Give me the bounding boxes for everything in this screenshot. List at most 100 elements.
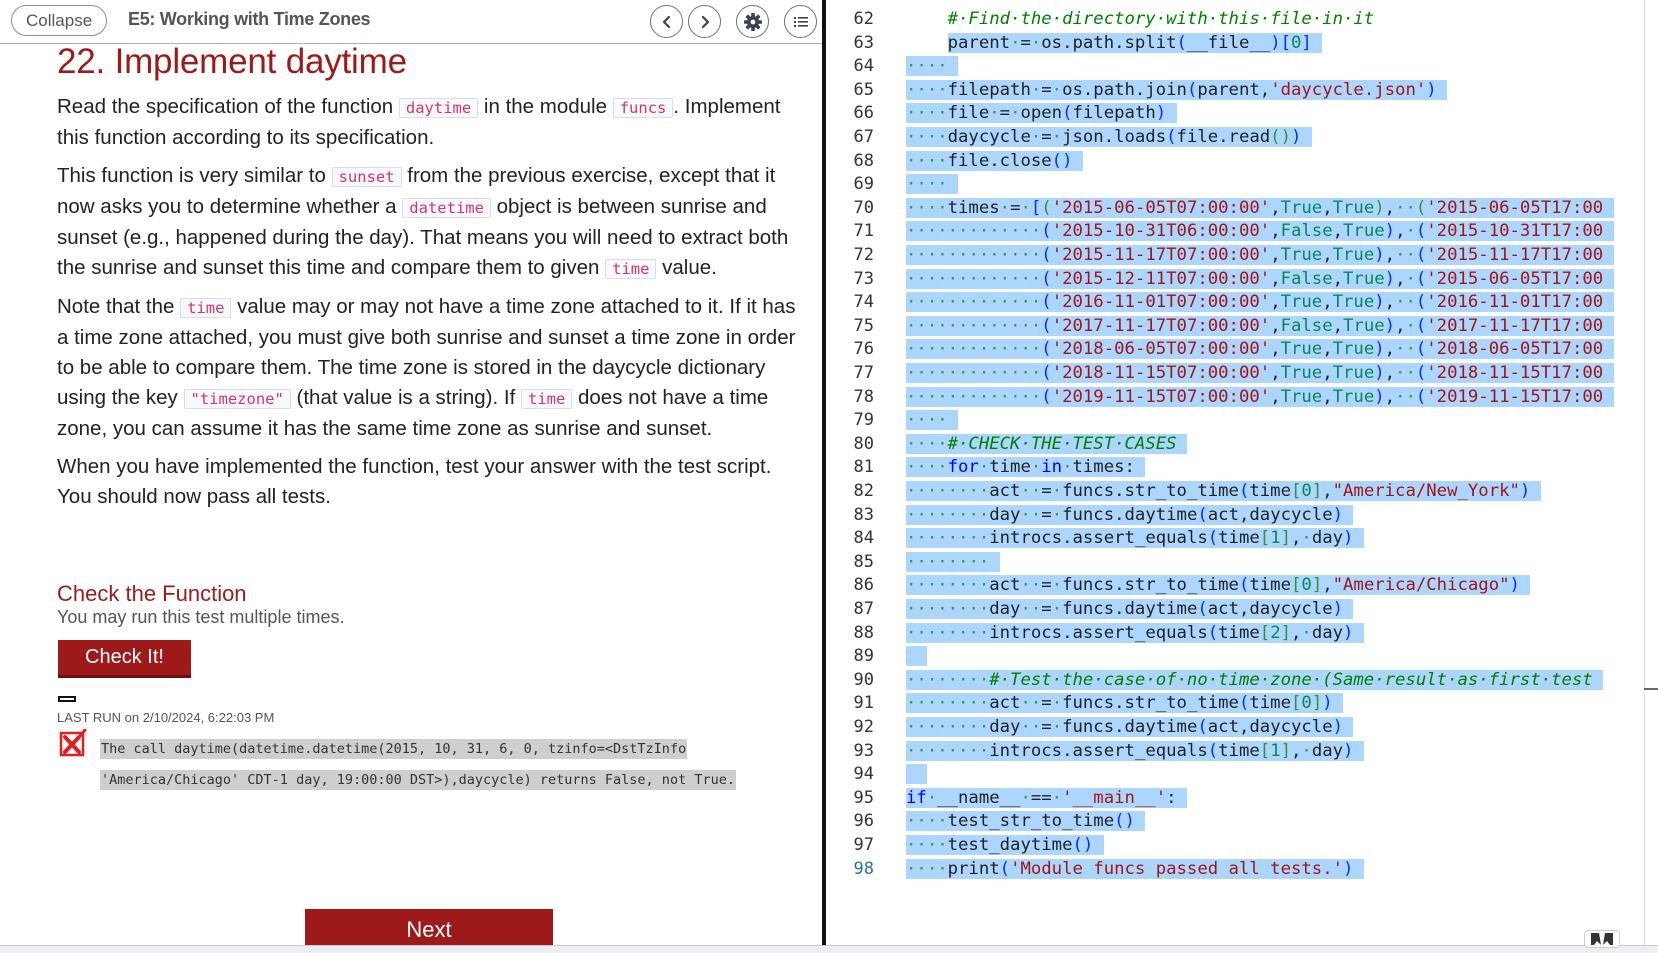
collapse-button[interactable]: Collapse [11, 5, 108, 36]
expand-button[interactable] [1584, 930, 1620, 948]
code-line[interactable]: ········day··=·funcs.daytime(act,daycycl… [906, 715, 1354, 740]
line-number: 98 [853, 858, 874, 879]
line-number: 62 [853, 9, 874, 29]
line-number: 90 [853, 669, 874, 690]
code-line[interactable]: parent·=·os.path.split(__file__)[0] [906, 31, 1323, 56]
line-number: 67 [853, 127, 874, 147]
code-line[interactable]: ·············('2017-11-17T07:00:00',Fals… [906, 314, 1614, 339]
code-line[interactable]: ····test_daytime() [906, 833, 1104, 858]
code-line[interactable]: ····times·=·[('2015-06-05T07:00:00',True… [906, 196, 1614, 221]
line-number-gutter: 61 62 63 6465 66 67 68 6970 71 72 73 7475 76 77 78 7980… [826, 0, 906, 945]
last-run-timestamp: on 2/10/2024, 6:22:03 PM [121, 710, 275, 725]
section-title: E5: Working with Time Zones [128, 9, 371, 29]
code-line[interactable]: ········act··=·funcs.str_to_time(time[0]… [906, 691, 1344, 716]
text: Read the specification of the function [57, 95, 399, 118]
check-subtext: You may run this test multiple times. [57, 607, 345, 627]
line-number: 70 [853, 197, 874, 218]
line-number: 75 [853, 315, 874, 336]
code-line[interactable]: ····test_str_to_time() [906, 809, 1146, 834]
line-number: 87 [853, 599, 874, 619]
code-line[interactable]: ·············('2018-06-05T07:00:00',True… [906, 337, 1614, 362]
line-number: 77 [853, 363, 874, 383]
code-line[interactable]: ········day··=·funcs.daytime(act,daycycl… [906, 597, 1354, 622]
line-number: 79 [853, 410, 874, 431]
page-title: 22. Implement daytime [57, 42, 407, 81]
code-line[interactable]: ···· [906, 54, 959, 79]
previous-button[interactable] [650, 5, 683, 38]
code-line[interactable]: ·············('2019-11-15T07:00:00',True… [906, 385, 1614, 410]
last-run-info: LAST RUN on 2/10/2024, 6:22:03 PM [57, 710, 274, 725]
code-line[interactable]: ········introcs.assert_equals(time[2],·d… [906, 621, 1364, 646]
code-line[interactable]: ········act··=·funcs.str_to_time(time[0]… [906, 479, 1541, 504]
paragraph-1: Read the specification of the function d… [57, 92, 797, 153]
inline-code: time [605, 259, 657, 279]
result-message: The call daytime(datetime.datetime(2015,… [100, 734, 740, 796]
result-message-text: The call daytime(datetime.datetime(2015,… [100, 739, 736, 790]
vertical-scrollbar[interactable] [1644, 0, 1658, 945]
paragraph-3: Note that the time value may or may not … [57, 292, 797, 444]
code-line[interactable] [906, 762, 927, 787]
code-line[interactable]: ········ [906, 550, 1000, 575]
code-line[interactable]: ········#·Test·the·case·of·no·time·zone·… [906, 668, 1604, 693]
table-of-contents-button[interactable] [784, 5, 817, 38]
line-number: 82 [853, 481, 874, 501]
bottom-bar [0, 945, 1658, 953]
code-line[interactable]: ···· [906, 408, 959, 433]
code-line[interactable]: ····file·=·open(filepath) [906, 101, 1177, 126]
line-number: 93 [853, 740, 874, 761]
line-number: 74 [853, 292, 874, 313]
code-line[interactable]: ········introcs.assert_equals(time[1],·d… [906, 739, 1364, 764]
code-line[interactable]: ····for·time·in·times: [906, 455, 1146, 480]
settings-button[interactable] [736, 5, 769, 38]
text: in the module [478, 95, 613, 118]
code-line[interactable]: ········day··=·funcs.daytime(act,daycycl… [906, 503, 1354, 528]
text: This function is very similar to [57, 164, 332, 187]
code-line[interactable]: ····file.close() [906, 149, 1083, 174]
instructions-pane: Collapse E5: Working with Time Zones 22.… [0, 0, 826, 945]
check-it-button[interactable]: Check It! [58, 640, 191, 678]
line-number: 96 [853, 811, 874, 832]
top-bar: Collapse E5: Working with Time Zones [0, 0, 826, 44]
text: When you have implemented the function, … [57, 455, 772, 508]
code-line[interactable]: ·············('2016-11-01T07:00:00',True… [906, 290, 1614, 315]
line-number: 63 [853, 32, 874, 53]
check-heading: Check the Function [57, 581, 247, 606]
line-number: 81 [853, 457, 874, 478]
chevron-right-icon [701, 15, 709, 28]
code-line[interactable]: ····filepath·=·os.path.join(parent,'dayc… [906, 78, 1448, 103]
collapse-result-toggle[interactable] [58, 696, 76, 702]
line-number: 84 [853, 528, 874, 549]
code-line[interactable]: ·············('2015-11-17T07:00:00',True… [906, 243, 1614, 268]
last-run-label: LAST RUN [57, 710, 122, 725]
code-area[interactable]: #·Find·the·directory·with·this·file·in·i… [906, 0, 1658, 945]
code-line[interactable] [906, 644, 927, 669]
line-number: 85 [853, 551, 874, 572]
code-line[interactable]: ········introcs.assert_equals(time[1],·d… [906, 526, 1364, 551]
code-line[interactable]: #·Find·the·directory·with·this·file·in·i… [906, 7, 1375, 32]
code-line[interactable]: ···· [906, 172, 959, 197]
code-line[interactable]: ····daycycle·=·json.loads(file.read()) [906, 125, 1312, 150]
next-page-button[interactable] [688, 5, 721, 38]
code-line[interactable]: ····#·CHECK·THE·TEST·CASES [906, 432, 1187, 457]
line-number: 88 [853, 622, 874, 643]
inline-code: time [180, 298, 232, 318]
list-icon [793, 16, 808, 27]
line-number: 92 [853, 717, 874, 737]
code-line[interactable]: if·__name__·==·'__main__': [906, 786, 1187, 811]
code-line[interactable]: ········act··=·funcs.str_to_time(time[0]… [906, 573, 1531, 598]
line-number: 91 [853, 693, 874, 714]
inline-code: datetime [402, 198, 491, 218]
code-line[interactable]: ·············('2015-12-11T07:00:00',Fals… [906, 267, 1614, 292]
paragraph-4: When you have implemented the function, … [57, 452, 797, 512]
code-editor[interactable]: 61 62 63 6465 66 67 68 6970 71 72 73 7475 76 77 78 7980… [826, 0, 1658, 945]
code-line[interactable]: ·············('2018-11-15T07:00:00',True… [906, 361, 1614, 386]
line-number: 64 [853, 56, 874, 77]
line-number: 78 [853, 386, 874, 407]
chevron-left-icon [662, 15, 670, 28]
next-button[interactable]: Next [305, 909, 553, 945]
line-number: 73 [853, 268, 874, 289]
line-number: 83 [853, 504, 874, 525]
code-line[interactable]: ····print('Module funcs passed all tests… [906, 857, 1364, 882]
line-number: 69 [853, 174, 874, 195]
code-line[interactable]: ·············('2015-10-31T06:00:00',Fals… [906, 219, 1614, 244]
